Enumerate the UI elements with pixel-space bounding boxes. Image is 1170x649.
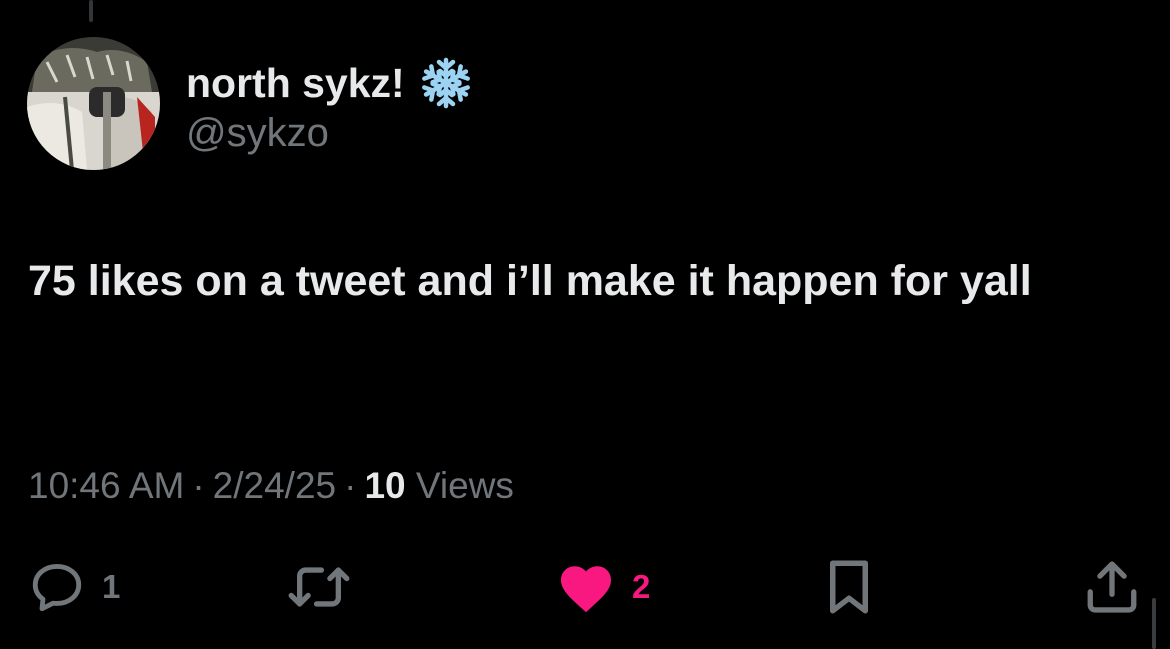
author-display-name[interactable]: north sykz! [186,59,405,107]
thread-connector-line [89,0,93,22]
author-display-name-row[interactable]: north sykz! [186,56,473,110]
bookmark-icon [830,560,868,614]
share-button[interactable] [1083,555,1141,619]
tweet-time[interactable]: 10:46 AM [28,465,184,506]
share-icon [1087,561,1137,613]
author-handle[interactable]: @sykzo [186,110,329,156]
reply-count: 1 [102,568,121,605]
views-label[interactable]: Views [416,465,514,506]
like-count: 2 [632,568,651,605]
avatar[interactable] [27,37,160,170]
meta-separator: · [192,465,205,506]
bookmark-button[interactable] [823,555,875,619]
retweet-icon [288,567,350,607]
meta-separator: · [344,465,357,506]
tweet-action-bar: 1 2 [0,555,1170,625]
heart-filled-icon [561,566,611,613]
avatar-image [27,37,160,170]
reply-button[interactable]: 1 [28,555,120,619]
tweet-metadata: 10:46 AM · 2/24/25 · 10 Views [28,463,514,509]
tweet-date[interactable]: 2/24/25 [213,465,336,506]
tweet-detail-view: north sykz! @sykzo 75 likes on a tweet a… [0,0,1170,649]
snowflake-icon [419,56,473,110]
retweet-button[interactable] [286,555,368,619]
scrollbar[interactable] [1152,598,1156,649]
like-button[interactable]: 2 [556,555,650,619]
reply-icon [32,564,82,612]
tweet-text: 75 likes on a tweet and i’ll make it hap… [28,257,1032,305]
views-count[interactable]: 10 [364,465,405,506]
